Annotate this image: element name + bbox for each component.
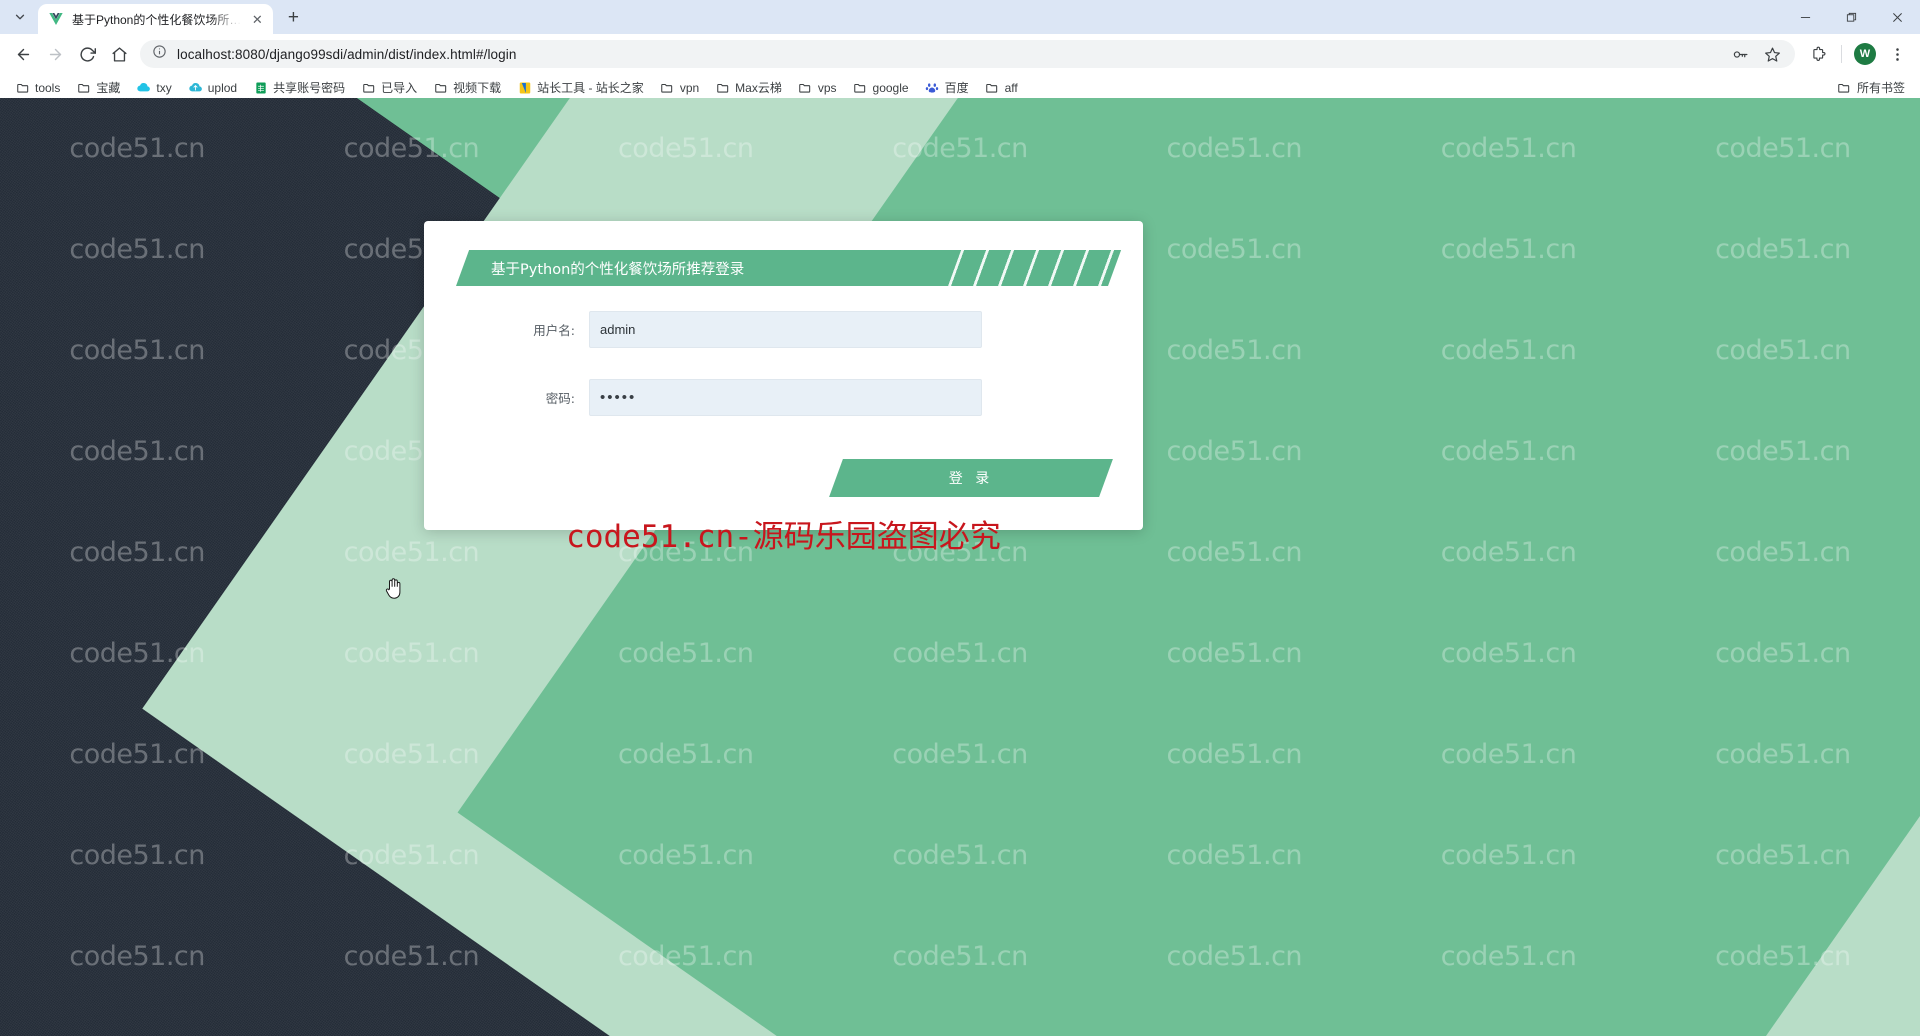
forward-button[interactable] bbox=[40, 39, 70, 69]
three-dot-menu-icon[interactable] bbox=[1882, 39, 1912, 69]
folder-icon bbox=[361, 80, 376, 95]
folder-icon bbox=[15, 80, 30, 95]
new-tab-button[interactable]: + bbox=[279, 4, 307, 32]
bookmark-item[interactable]: aff bbox=[978, 77, 1025, 98]
back-button[interactable] bbox=[8, 39, 38, 69]
username-label: 用户名: bbox=[533, 323, 575, 338]
url-text: localhost:8080/django99sdi/admin/dist/in… bbox=[177, 46, 517, 62]
password-label: 密码: bbox=[545, 391, 575, 406]
home-button[interactable] bbox=[104, 39, 134, 69]
login-button-label: 登 录 bbox=[948, 471, 994, 487]
all-bookmarks-label: 所有书签 bbox=[1856, 81, 1905, 95]
bookmark-label: 共享账号密码 bbox=[273, 81, 346, 95]
login-card-header: 基于Python的个性化餐饮场所推荐登录 bbox=[456, 250, 1122, 286]
star-icon[interactable] bbox=[1757, 39, 1787, 69]
bookmark-item[interactable]: uplod bbox=[181, 77, 244, 98]
baidu-paw-icon bbox=[925, 80, 940, 95]
key-icon[interactable] bbox=[1725, 39, 1755, 69]
folder-icon bbox=[798, 80, 813, 95]
username-row: 用户名: admin bbox=[424, 311, 1143, 348]
bookmark-label: vps bbox=[817, 80, 837, 95]
toolbar-divider bbox=[1841, 45, 1842, 63]
password-value: ••••• bbox=[600, 389, 637, 406]
cloud-upload-icon bbox=[188, 80, 203, 95]
username-input[interactable]: admin bbox=[589, 311, 982, 348]
bookmark-label: 已导入 bbox=[381, 81, 418, 95]
bookmark-item[interactable]: 视频下载 bbox=[426, 76, 508, 99]
all-bookmarks-button[interactable]: 所有书签 bbox=[1830, 76, 1912, 99]
browser-toolbar: localhost:8080/django99sdi/admin/dist/in… bbox=[0, 34, 1920, 74]
password-input[interactable]: ••••• bbox=[589, 379, 982, 416]
puzzle-icon[interactable] bbox=[1803, 39, 1833, 69]
folder-icon bbox=[985, 80, 1000, 95]
bookmark-item[interactable]: 共享账号密码 bbox=[246, 76, 352, 99]
folder-icon bbox=[853, 80, 868, 95]
sheet-icon bbox=[253, 80, 268, 95]
info-circle-icon[interactable] bbox=[152, 44, 167, 64]
bookmark-item[interactable]: vpn bbox=[653, 77, 706, 98]
login-button[interactable]: 登 录 bbox=[829, 459, 1113, 497]
bookmark-item[interactable]: vps bbox=[791, 77, 844, 98]
folder-icon bbox=[76, 80, 91, 95]
toolbar-right: W bbox=[1803, 39, 1912, 69]
bookmark-item[interactable]: txy bbox=[129, 77, 178, 98]
folder-icon bbox=[1837, 80, 1852, 95]
close-window-button[interactable] bbox=[1874, 1, 1920, 33]
folder-icon bbox=[433, 80, 448, 95]
bookmark-label: aff bbox=[1004, 80, 1018, 95]
bookmark-label: 视频下载 bbox=[453, 81, 502, 95]
tab-strip: 基于Python的个性化餐饮场所… ✕ + bbox=[0, 0, 1920, 34]
minimize-button[interactable] bbox=[1782, 1, 1828, 33]
bookmark-label: uplod bbox=[207, 80, 238, 95]
mouse-cursor bbox=[383, 576, 403, 600]
login-title: 基于Python的个性化餐饮场所推荐登录 bbox=[491, 261, 745, 278]
bookmark-item[interactable]: google bbox=[846, 77, 916, 98]
browser-window: 基于Python的个性化餐饮场所… ✕ + localhost:8080/dja… bbox=[0, 0, 1920, 1036]
vue-logo-favicon bbox=[48, 11, 64, 27]
reload-button[interactable] bbox=[72, 39, 102, 69]
tab-search-chevron-icon[interactable] bbox=[6, 3, 34, 31]
bookmark-label: Max云梯 bbox=[735, 81, 782, 95]
maximize-button[interactable] bbox=[1828, 1, 1874, 33]
bookmark-label: txy bbox=[156, 80, 172, 95]
password-row: 密码: ••••• bbox=[424, 379, 1143, 416]
bookmark-item[interactable]: 站长工具 - 站长之家 bbox=[510, 76, 651, 99]
red-watermark: code51.cn-源码乐园盗图必究 bbox=[566, 519, 1001, 555]
address-bar[interactable]: localhost:8080/django99sdi/admin/dist/in… bbox=[140, 40, 1795, 68]
tab-title: 基于Python的个性化餐饮场所… bbox=[72, 12, 242, 27]
omnibox-actions bbox=[1725, 40, 1787, 68]
bookmark-label: google bbox=[872, 80, 909, 95]
header-stripes-decoration bbox=[948, 250, 1122, 286]
login-card: 基于Python的个性化餐饮场所推荐登录 用户名: admin 密码: ••••… bbox=[424, 221, 1143, 555]
avatar-initial: W bbox=[1854, 43, 1876, 65]
cloud-icon bbox=[136, 80, 151, 95]
folder-icon bbox=[660, 80, 675, 95]
folder-icon bbox=[715, 80, 730, 95]
bookmark-item[interactable]: tools bbox=[8, 77, 67, 98]
page-content: code51.cn code51.cn code51.cn code51.cn code… bbox=[0, 98, 1920, 1036]
bookmark-item[interactable]: 百度 bbox=[918, 76, 976, 99]
bookmark-label: 百度 bbox=[944, 81, 969, 95]
close-icon[interactable]: ✕ bbox=[249, 11, 265, 27]
bookmark-label: tools bbox=[35, 80, 61, 95]
browser-tab[interactable]: 基于Python的个性化餐饮场所… ✕ bbox=[38, 4, 274, 34]
bookmark-item[interactable]: Max云梯 bbox=[708, 76, 789, 99]
bookmark-label: 站长工具 - 站长之家 bbox=[537, 81, 644, 95]
chinaz-icon bbox=[517, 80, 532, 95]
bookmark-label: 宝藏 bbox=[96, 81, 121, 95]
bookmark-item[interactable]: 已导入 bbox=[354, 76, 424, 99]
avatar[interactable]: W bbox=[1850, 39, 1880, 69]
bookmark-label: vpn bbox=[679, 80, 700, 95]
window-controls bbox=[1782, 0, 1920, 34]
username-value: admin bbox=[600, 322, 636, 337]
bookmark-item[interactable]: 宝藏 bbox=[69, 76, 127, 99]
